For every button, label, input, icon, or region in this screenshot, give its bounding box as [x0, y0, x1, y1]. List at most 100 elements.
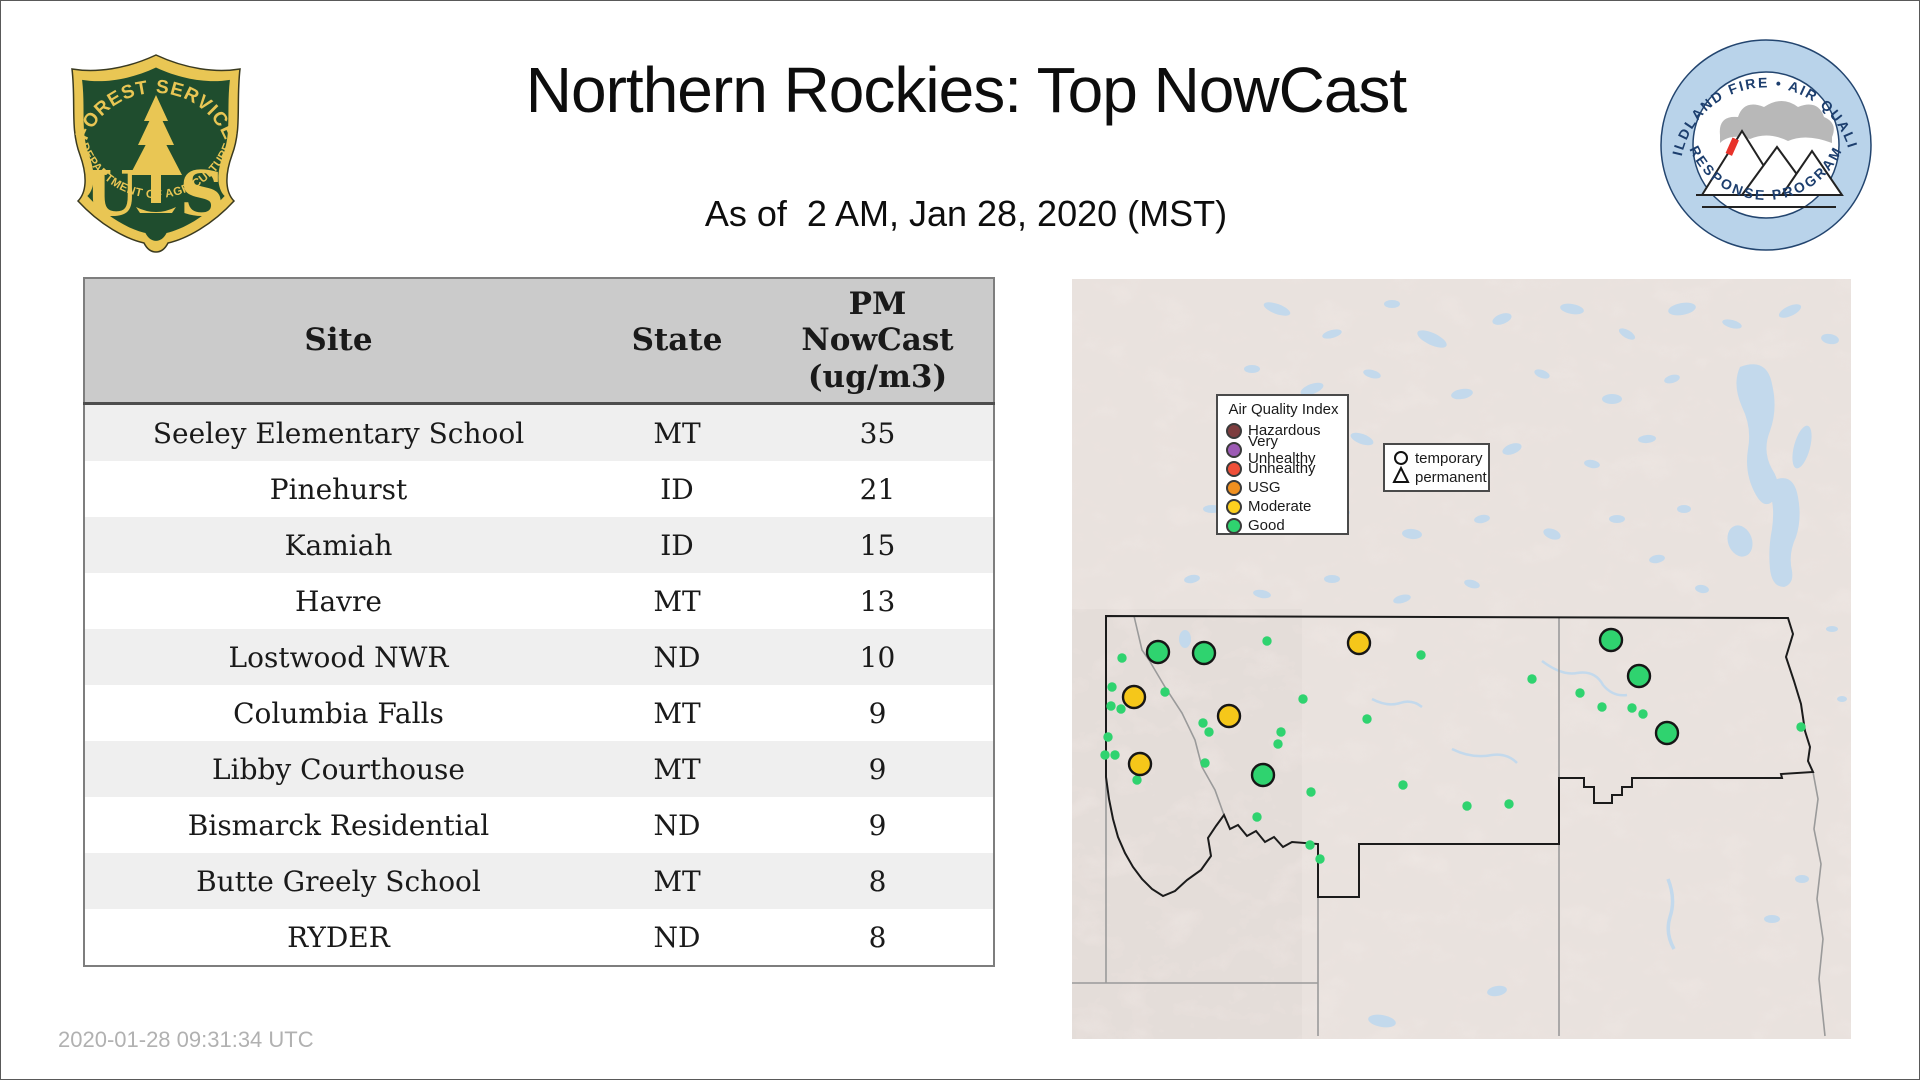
temporary-monitor-dot [1117, 653, 1127, 663]
aqi-legend: Air Quality Index Hazardous Very Unhealth… [1216, 394, 1349, 535]
cell-value: 8 [868, 864, 887, 898]
temporary-monitor-dot [1107, 682, 1117, 692]
temporary-monitor-dot [1315, 854, 1325, 864]
cell-value: 9 [868, 696, 887, 730]
symbol-legend: temporary permanent [1383, 443, 1490, 492]
temporary-monitor-dot [1204, 727, 1214, 737]
temporary-monitor-dot [1416, 650, 1426, 660]
table-row: RYDER ND 8 [84, 909, 994, 966]
cell-value: 35 [859, 416, 896, 450]
permanent-monitor-dot [1127, 751, 1153, 777]
temporary-monitor-dot [1575, 688, 1585, 698]
temporary-monitor-dot [1527, 674, 1537, 684]
table-row: Seeley Elementary School MT 35 [84, 403, 994, 461]
table-row: Havre MT 13 [84, 573, 994, 629]
temporary-monitor-dot [1262, 636, 1272, 646]
permanent-monitor-dot [1216, 703, 1242, 729]
permanent-monitor-dot [1598, 627, 1624, 653]
cell-state: MT [653, 584, 701, 618]
temporary-monitor-dot [1103, 732, 1113, 742]
cell-value: 9 [868, 752, 887, 786]
cell-site: Bismarck Residential [187, 808, 490, 842]
page-subtitle: As of 2 AM, Jan 28, 2020 (MST) [704, 193, 1228, 234]
aqi-swatch-icon [1226, 422, 1242, 439]
aqi-item-label: Moderate [1248, 498, 1312, 515]
page-title: Northern Rockies: Top NowCast [525, 54, 1407, 126]
temporary-label: temporary [1415, 449, 1483, 467]
table-row: Lostwood NWR ND 10 [84, 629, 994, 685]
report-page: FOREST SERVICE DEPARTMENT OF AGRICULTURE… [0, 0, 1920, 1080]
temporary-monitor-dot [1116, 704, 1126, 714]
nowcast-table-body: Seeley Elementary School MT 35 Pinehurst ID 2… [84, 403, 994, 966]
aqi-legend-item: USG [1226, 478, 1347, 497]
table-row: Kamiah ID 15 [84, 517, 994, 573]
cell-site: Libby Courthouse [212, 752, 465, 786]
temporary-monitor-dot [1273, 739, 1283, 749]
basemap [1072, 279, 1851, 1039]
temporary-monitor-dot [1462, 801, 1472, 811]
cell-site: Columbia Falls [233, 696, 444, 730]
cell-site: RYDER [287, 920, 390, 954]
temporary-monitor-dot [1398, 780, 1408, 790]
generated-timestamp: 2020-01-28 09:31:34 UTC [58, 1027, 314, 1052]
nowcast-table: Site State PM NowCast (ug/m3) Seeley Ele… [83, 277, 995, 967]
temporary-monitor-dot [1298, 694, 1308, 704]
table-row: Libby Courthouse MT 9 [84, 741, 994, 797]
temporary-monitor-dot [1276, 727, 1286, 737]
aqi-item-label: USG [1248, 479, 1281, 496]
permanent-monitor-dot [1626, 663, 1652, 689]
wfaqrp-circle-icon: WILDLAND FIRE • AIR QUALITY RESPONSE PRO… [1648, 22, 1872, 251]
temporary-monitor-dot [1252, 812, 1262, 822]
aqi-swatch-icon [1226, 517, 1242, 534]
temporary-monitor-dot [1504, 799, 1514, 809]
temporary-monitor-dot [1362, 714, 1372, 724]
cell-state: ID [660, 472, 694, 506]
table-row: Butte Greely School MT 8 [84, 853, 994, 909]
aqi-legend-title: Air Quality Index [1228, 401, 1339, 418]
cell-site: Butte Greely School [196, 864, 481, 898]
cell-value: 15 [859, 528, 896, 562]
aqi-swatch-icon [1226, 460, 1242, 477]
aqi-legend-items: Hazardous Very Unhealthy Unhealthy USG Moder… [1226, 421, 1347, 535]
permanent-label: permanent [1415, 468, 1487, 486]
aqi-swatch-icon [1226, 479, 1242, 496]
permanent-monitor-dot [1121, 684, 1147, 710]
cell-value: 13 [859, 584, 896, 618]
column-header-state: State [592, 278, 762, 405]
aqi-swatch-icon [1226, 441, 1242, 458]
cell-state: MT [653, 864, 701, 898]
wfaqrp-logo: WILDLAND FIRE • AIR QUALITY RESPONSE PRO… [1648, 22, 1876, 255]
cell-value: 10 [859, 640, 896, 674]
temporary-monitor-dot [1796, 722, 1806, 732]
cell-site: Pinehurst [269, 472, 408, 506]
monitor-map: Air Quality Index Hazardous Very Unhealth… [1072, 279, 1851, 1039]
permanent-monitor-dot [1346, 630, 1372, 656]
table-header-row: Site State PM NowCast (ug/m3) [84, 278, 994, 405]
cell-site: Seeley Elementary School [152, 416, 525, 450]
svg-text:S: S [180, 157, 225, 230]
forest-service-shield-icon: FOREST SERVICE DEPARTMENT OF AGRICULTURE… [71, 54, 241, 253]
permanent-icon [1392, 465, 1410, 483]
cell-value: 21 [859, 472, 896, 506]
permanent-monitor-dot [1145, 639, 1171, 665]
temporary-monitor-dot [1638, 709, 1648, 719]
symbol-glyphs [1392, 450, 1410, 483]
cell-state: MT [653, 752, 701, 786]
temporary-monitor-dot [1100, 750, 1110, 760]
column-header-value: PM NowCast (ug/m3) [762, 278, 994, 405]
temporary-monitor-dot [1200, 758, 1210, 768]
temporary-monitor-dot [1597, 702, 1607, 712]
temporary-monitor-dot [1110, 750, 1120, 760]
aqi-legend-item: Very Unhealthy [1226, 433, 1347, 467]
svg-text:U: U [85, 157, 139, 230]
cell-state: MT [653, 416, 701, 450]
temporary-icon [1394, 450, 1408, 465]
aqi-legend-item: Moderate [1226, 497, 1347, 516]
cell-state: ND [653, 808, 701, 842]
temporary-monitor-dot [1627, 703, 1637, 713]
permanent-monitor-dot [1191, 640, 1217, 666]
aqi-item-label: Good [1248, 517, 1285, 534]
cell-state: ND [653, 640, 701, 674]
aqi-swatch-icon [1226, 498, 1242, 515]
temporary-monitor-dot [1106, 701, 1116, 711]
